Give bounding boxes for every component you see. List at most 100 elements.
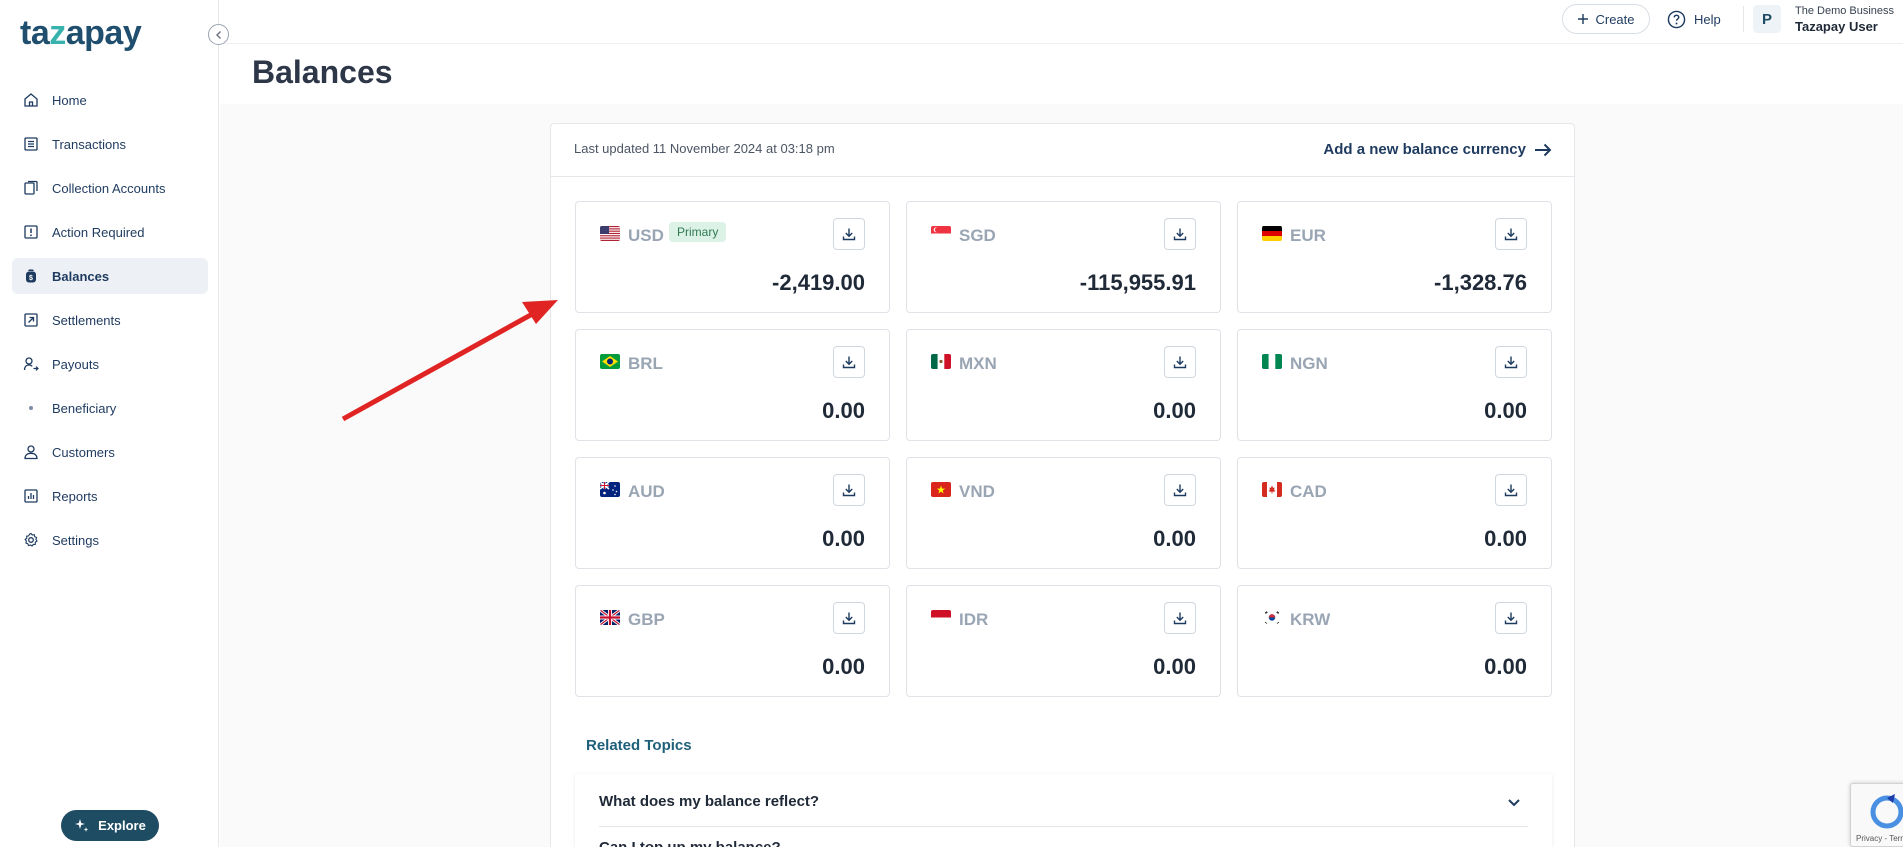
flag-kr-icon (1262, 610, 1282, 625)
sidebar-item-label: Collection Accounts (52, 180, 166, 196)
sidebar-item-settings[interactable]: Settings (12, 522, 208, 558)
collapse-sidebar-button[interactable] (208, 24, 229, 45)
download-statement-button[interactable] (833, 602, 865, 634)
explore-label: Explore (98, 818, 146, 833)
download-icon (1173, 356, 1187, 369)
flag-id-icon (931, 610, 951, 625)
sidebar-item-label: Settlements (52, 312, 121, 328)
download-statement-button[interactable] (833, 218, 865, 250)
sidebar-item-collection-accounts[interactable]: Collection Accounts (12, 170, 208, 206)
balance-grid: USD Primary -2,419.00 SGD -115,955.91 EUR -1,3… (575, 201, 1552, 697)
related-topics-heading: Related Topics (586, 737, 692, 754)
sidebar-item-label: Beneficiary (52, 400, 117, 416)
download-statement-button[interactable] (833, 346, 865, 378)
sidebar-item-label: Payouts (52, 356, 99, 372)
flag-au-icon (600, 482, 620, 497)
balance-card-eur[interactable]: EUR -1,328.76 (1237, 201, 1552, 313)
chevron-left-icon (215, 30, 221, 39)
download-statement-button[interactable] (1164, 474, 1196, 506)
logo-text-start: ta (20, 14, 50, 52)
flag-sg-icon (931, 226, 951, 241)
balance-amount: 0.00 (1153, 526, 1196, 551)
create-label: Create (1595, 11, 1635, 27)
arrow-right-icon (1535, 143, 1552, 156)
download-statement-button[interactable] (1495, 474, 1527, 506)
page-header: Balances (220, 44, 1903, 104)
balance-amount: 0.00 (822, 654, 865, 679)
currency-code: USD (628, 226, 664, 245)
balance-card-idr[interactable]: IDR 0.00 (906, 585, 1221, 697)
topbar-divider (1743, 6, 1744, 32)
balance-amount: -2,419.00 (772, 270, 865, 295)
recaptcha-icon (1870, 794, 1903, 829)
currency-code: KRW (1290, 610, 1331, 629)
add-currency-label: Add a new balance currency (1323, 141, 1526, 158)
currency-code: IDR (959, 610, 989, 629)
sidebar-item-reports[interactable]: Reports (12, 478, 208, 514)
user-name[interactable]: Tazapay User (1795, 19, 1878, 34)
flag-ca-icon (1262, 482, 1282, 497)
balance-card-sgd[interactable]: SGD -115,955.91 (906, 201, 1221, 313)
chevron-down-icon[interactable] (1506, 794, 1522, 810)
download-icon (842, 484, 856, 497)
download-statement-button[interactable] (1495, 218, 1527, 250)
download-statement-button[interactable] (1164, 218, 1196, 250)
balance-card-cad[interactable]: CAD 0.00 (1237, 457, 1552, 569)
download-statement-button[interactable] (833, 474, 865, 506)
balance-amount: 0.00 (1484, 654, 1527, 679)
faq-accordion: What does my balance reflect? Can I top … (575, 774, 1552, 847)
balance-card-gbp[interactable]: GBP 0.00 (575, 585, 890, 697)
sidebar-item-action-required[interactable]: Action Required (12, 214, 208, 250)
balance-card-usd[interactable]: USD Primary -2,419.00 (575, 201, 890, 313)
dot-icon (22, 399, 40, 417)
balance-card-aud[interactable]: AUD 0.00 (575, 457, 890, 569)
sidebar-item-balances[interactable]: $ Balances (12, 258, 208, 294)
settlement-icon (22, 311, 40, 329)
sidebar-item-label: Settings (52, 532, 99, 548)
business-name[interactable]: The Demo Business (1795, 5, 1894, 17)
download-statement-button[interactable] (1495, 346, 1527, 378)
tazapay-logo[interactable]: tazapay (20, 14, 142, 53)
recaptcha-links[interactable]: Privacy - Terms (1856, 834, 1903, 843)
currency-code: MXN (959, 354, 997, 373)
download-statement-button[interactable] (1164, 602, 1196, 634)
help-label: Help (1694, 11, 1721, 27)
add-balance-currency-link[interactable]: Add a new balance currency (1323, 141, 1552, 158)
gear-icon (22, 531, 40, 549)
balance-card-brl[interactable]: BRL 0.00 (575, 329, 890, 441)
accounts-icon (22, 179, 40, 197)
currency-code: NGN (1290, 354, 1328, 373)
recaptcha-badge[interactable]: Privacy - Terms (1850, 783, 1903, 847)
download-icon (842, 356, 856, 369)
sidebar-item-customers[interactable]: Customers (12, 434, 208, 470)
create-button[interactable]: Create (1562, 4, 1650, 34)
balance-amount: 0.00 (822, 398, 865, 423)
currency-code: VND (959, 482, 995, 501)
explore-button[interactable]: Explore (61, 810, 159, 841)
balance-amount: 0.00 (1153, 654, 1196, 679)
download-icon (1504, 356, 1518, 369)
balance-card-vnd[interactable]: VND 0.00 (906, 457, 1221, 569)
sidebar-item-settlements[interactable]: Settlements (12, 302, 208, 338)
sidebar-item-payouts[interactable]: Payouts (12, 346, 208, 382)
balance-card-mxn[interactable]: MXN 0.00 (906, 329, 1221, 441)
faq-question[interactable]: Can I top up my balance? (599, 839, 781, 847)
flag-ng-icon (1262, 354, 1282, 369)
help-button[interactable]: Help (1667, 8, 1721, 30)
balance-card-ngn[interactable]: NGN 0.00 (1237, 329, 1552, 441)
avatar[interactable]: P (1753, 5, 1781, 33)
chart-icon (22, 487, 40, 505)
list-icon (22, 135, 40, 153)
download-statement-button[interactable] (1495, 602, 1527, 634)
panel-header: Last updated 11 November 2024 at 03:18 p… (551, 124, 1574, 177)
flag-vn-icon (931, 482, 951, 497)
sidebar-item-home[interactable]: Home (12, 82, 208, 118)
faq-question[interactable]: What does my balance reflect? (599, 793, 819, 810)
flag-de-icon (1262, 226, 1282, 241)
balance-card-krw[interactable]: KRW 0.00 (1237, 585, 1552, 697)
sidebar-item-transactions[interactable]: Transactions (12, 126, 208, 162)
sidebar-item-label: Transactions (52, 136, 126, 152)
download-statement-button[interactable] (1164, 346, 1196, 378)
sidebar-item-beneficiary[interactable]: Beneficiary (12, 390, 208, 426)
balance-amount: 0.00 (822, 526, 865, 551)
